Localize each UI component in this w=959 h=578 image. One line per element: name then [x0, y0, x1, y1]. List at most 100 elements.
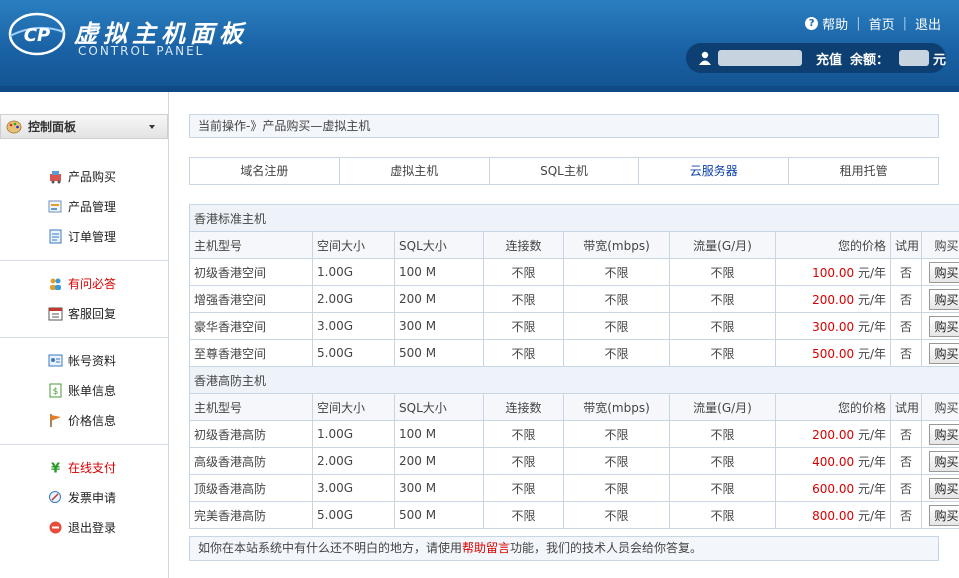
cell-traffic: 不限: [669, 447, 776, 475]
buy-button[interactable]: 购买: [928, 504, 959, 526]
buy-button[interactable]: 购买: [928, 477, 959, 499]
cell-name: 增强香港空间: [189, 285, 313, 313]
cell-space: 1.00G: [312, 420, 395, 448]
buy-button[interactable]: 购买: [928, 450, 959, 472]
cell-traffic: 不限: [669, 420, 776, 448]
tab-cloud-server[interactable]: 云服务器: [639, 158, 790, 184]
table-row: 完美香港高防 5.00G 500 M 不限 不限 不限 800.00 元/年否购买: [189, 501, 959, 529]
cell-bw: 不限: [563, 474, 670, 502]
svg-text:¥: ¥: [51, 462, 60, 476]
cell-conn: 不限: [483, 339, 564, 367]
cell-price: 200.00 元/年: [775, 420, 891, 448]
cell-conn: 不限: [483, 285, 564, 313]
column-header: 连接数: [483, 393, 564, 421]
cell-sql: 200 M: [394, 285, 484, 313]
sidebar-item-label: 客服回复: [68, 307, 117, 321]
cell-conn: 不限: [483, 420, 564, 448]
tab-colocation[interactable]: 租用托管: [789, 158, 938, 184]
sidebar-item-label: 产品管理: [68, 200, 117, 214]
cell-conn: 不限: [483, 501, 564, 529]
cell-sql: 200 M: [394, 447, 484, 475]
cell-bw: 不限: [563, 339, 670, 367]
column-header-row: 主机型号 空间大小 SQL大小 连接数 带宽(mbps) 流量(G/月) 您的价格 试用 购买: [189, 231, 959, 259]
cell-name: 豪华香港空间: [189, 312, 313, 340]
column-header: 带宽(mbps): [563, 231, 670, 259]
price-unit: 元/年: [857, 319, 886, 334]
sidebar-item-orders[interactable]: 订单管理: [48, 228, 116, 245]
table-row: 初级香港高防 1.00G 100 M 不限 不限 不限 200.00 元/年否购买: [189, 420, 959, 448]
recharge-link[interactable]: 充值: [816, 49, 842, 68]
cell-price: 300.00 元/年: [775, 312, 891, 340]
buy-button[interactable]: 购买: [928, 261, 959, 283]
chevron-down-icon: [149, 125, 155, 129]
sidebar-item-invoice[interactable]: 发票申请: [48, 489, 116, 506]
breadcrumb: 当前操作-》产品购买—虚拟主机: [189, 114, 939, 138]
sidebar-item-profile[interactable]: 帐号资料: [48, 352, 116, 369]
price-unit: 元/年: [857, 292, 886, 307]
cell-price: 100.00 元/年: [775, 258, 891, 286]
sidebar-item-bills[interactable]: $ 账单信息: [48, 382, 116, 399]
price-unit: 元/年: [857, 265, 886, 280]
cell-trial: 否: [890, 501, 922, 529]
cell-bw: 不限: [563, 312, 670, 340]
buy-button[interactable]: 购买: [928, 342, 959, 364]
tab-virtual-host[interactable]: 虚拟主机: [340, 158, 490, 184]
cp-logo-icon: CP: [8, 12, 66, 56]
buy-button[interactable]: 购买: [928, 423, 959, 445]
buy-button[interactable]: 购买: [928, 315, 959, 337]
exit-icon: [49, 521, 62, 534]
help-message-link[interactable]: 帮助留言: [462, 541, 510, 555]
sidebar-item-manage[interactable]: 产品管理: [48, 198, 116, 215]
cell-sql: 500 M: [394, 501, 484, 529]
tab-domain[interactable]: 域名注册: [190, 158, 340, 184]
help-link[interactable]: 帮助: [822, 14, 848, 33]
cell-conn: 不限: [483, 474, 564, 502]
section-title: 香港高防主机: [188, 366, 959, 394]
cell-trial: 否: [890, 339, 922, 367]
column-header: 试用: [890, 231, 922, 259]
product-tabs: 域名注册 虚拟主机 SQL主机 云服务器 租用托管: [189, 157, 939, 185]
home-link[interactable]: 首页: [869, 14, 895, 33]
cell-trial: 否: [890, 447, 922, 475]
cell-trial: 否: [890, 420, 922, 448]
cell-conn: 不限: [483, 312, 564, 340]
cell-trial: 否: [890, 474, 922, 502]
tab-sql-host[interactable]: SQL主机: [490, 158, 640, 184]
cart-icon: [50, 171, 61, 184]
sidebar-item-faq[interactable]: 有问必答: [48, 275, 116, 292]
sidebar-item-label: 有问必答: [68, 277, 117, 291]
host-price-table: 香港标准主机 主机型号 空间大小 SQL大小 连接数 带宽(mbps) 流量(G/月) 您的价…: [188, 204, 959, 529]
table-row: 至尊香港空间 5.00G 500 M 不限 不限 不限 500.00 元/年否购买: [189, 339, 959, 367]
column-header: 空间大小: [312, 231, 395, 259]
sidebar-item-prices[interactable]: 价格信息: [48, 412, 116, 429]
sidebar-item-service-reply[interactable]: 客服回复: [48, 305, 116, 322]
sidebar: 控制面板 产品购买 产品管理 订单管理 有问必答 客服回复 帐号资料 $ 账单信…: [0, 92, 169, 578]
sidebar-item-buy[interactable]: 产品购买: [48, 168, 116, 185]
table-row: 顶级香港高防 3.00G 300 M 不限 不限 不限 600.00 元/年否购买: [189, 474, 959, 502]
buy-button[interactable]: 购买: [928, 288, 959, 310]
section-title-row: 香港标准主机: [188, 204, 959, 232]
logout-link[interactable]: 退出: [915, 14, 941, 33]
sidebar-item-label: 账单信息: [68, 384, 117, 398]
cell-trial: 否: [890, 312, 922, 340]
price-value: 800.00: [812, 508, 855, 523]
cell-sql: 300 M: [394, 312, 484, 340]
price-value: 500.00: [812, 346, 855, 361]
sidebar-item-sign-out[interactable]: 退出登录: [48, 519, 116, 536]
table-row: 豪华香港空间 3.00G 300 M 不限 不限 不限 300.00 元/年否购买: [189, 312, 959, 340]
sidebar-item-label: 退出登录: [68, 521, 117, 535]
column-header: 主机型号: [189, 231, 313, 259]
sidebar-item-online-pay[interactable]: ¥ 在线支付: [48, 459, 116, 476]
price-value: 400.00: [812, 454, 855, 469]
profile-icon: [48, 354, 63, 367]
section-title: 香港标准主机: [188, 204, 959, 232]
cell-buy: 购买: [920, 339, 959, 367]
help-icon[interactable]: ?: [805, 17, 819, 30]
price-value: 300.00: [812, 319, 855, 334]
cell-traffic: 不限: [669, 258, 776, 286]
sidebar-panel-dropdown[interactable]: 控制面板: [0, 114, 168, 139]
price-value: 600.00: [812, 481, 855, 496]
user-icon: [699, 51, 711, 65]
sidebar-group-support: [0, 261, 168, 338]
yen-icon: ¥: [51, 462, 60, 476]
